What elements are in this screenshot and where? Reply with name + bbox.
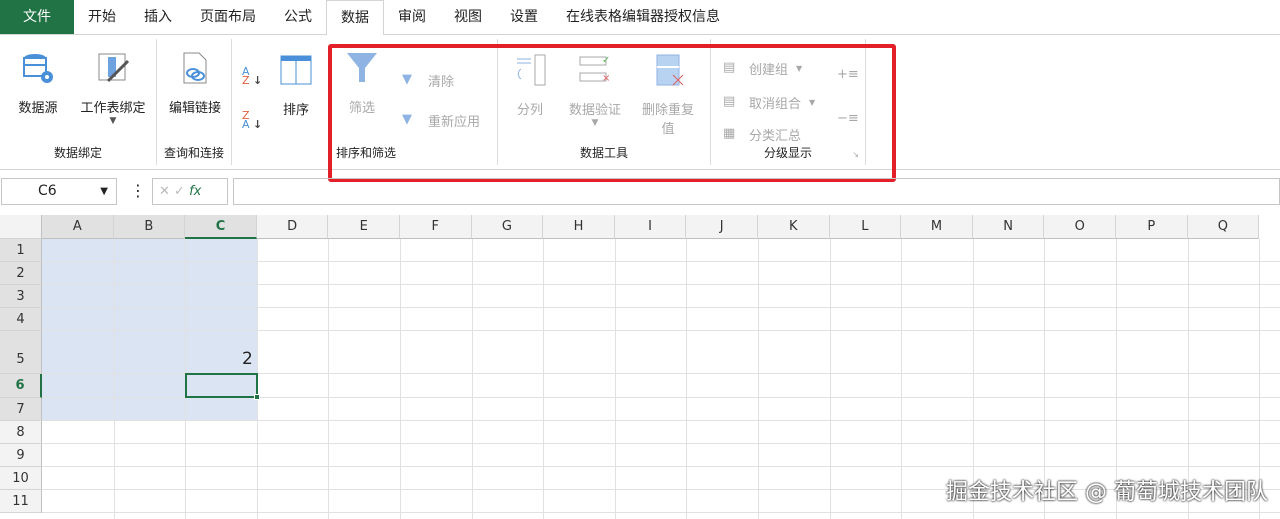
column-header-H[interactable]: H <box>543 215 615 239</box>
column-header-F[interactable]: F <box>400 215 472 239</box>
row-header-9[interactable]: 9 <box>0 444 42 467</box>
ribbon-tabs: 文件 开始 插入 页面布局 公式 数据 审阅 视图 设置 在线表格编辑器授权信息 <box>0 0 1280 36</box>
formula-bar: C6 ▼ ⋮ ✕ ✓ fx <box>0 178 1280 206</box>
tab-0[interactable]: 文件 <box>0 0 74 34</box>
tab-6[interactable]: 审阅 <box>384 0 440 34</box>
sheet-binding-button[interactable]: 工作表绑定 ▼ <box>76 51 150 126</box>
tab-3[interactable]: 页面布局 <box>186 0 270 34</box>
row-header-11[interactable]: 11 <box>0 490 42 513</box>
confirm-icon[interactable]: ✓ <box>174 184 185 199</box>
sheet-brush-icon <box>98 53 130 83</box>
watermark: 掘金技术社区 @ 葡萄城技术团队 <box>946 480 1268 505</box>
row-header-10[interactable]: 10 <box>0 467 42 490</box>
column-header-G[interactable]: G <box>471 215 544 239</box>
tab-4[interactable]: 公式 <box>270 0 326 34</box>
row-header-7[interactable]: 7 <box>0 398 42 421</box>
row-header-1[interactable]: 1 <box>0 239 42 262</box>
group-data-binding: 数据源 工作表绑定 ▼ 数据绑定 <box>0 39 157 165</box>
highlight-box <box>328 44 896 182</box>
tab-5[interactable]: 数据 <box>326 0 384 36</box>
row-header-4[interactable]: 4 <box>0 308 42 331</box>
cell-C5[interactable]: 2 <box>185 331 253 374</box>
formula-buttons: ✕ ✓ fx <box>152 178 228 205</box>
column-header-E[interactable]: E <box>328 215 400 239</box>
column-header-A[interactable]: A <box>42 215 114 239</box>
row-header-6[interactable]: 6 <box>0 374 42 398</box>
tab-9[interactable]: 在线表格编辑器授权信息 <box>552 0 734 34</box>
chevron-down-icon: ▼ <box>100 186 108 197</box>
sort-asc-button[interactable]: AZ ↓ <box>242 66 262 86</box>
sort-desc-button[interactable]: ZA ↓ <box>242 110 262 130</box>
tab-8[interactable]: 设置 <box>496 0 552 34</box>
column-header-O[interactable]: O <box>1044 215 1116 239</box>
tab-1[interactable]: 开始 <box>74 0 130 34</box>
column-header-D[interactable]: D <box>256 215 329 239</box>
cancel-icon[interactable]: ✕ <box>159 184 170 199</box>
column-header-N[interactable]: N <box>972 215 1045 239</box>
tab-2[interactable]: 插入 <box>130 0 186 34</box>
column-header-Q[interactable]: Q <box>1187 215 1260 239</box>
column-header-J[interactable]: J <box>686 215 758 239</box>
column-header-K[interactable]: K <box>758 215 830 239</box>
column-header-M[interactable]: M <box>901 215 973 239</box>
name-box[interactable]: C6 ▼ <box>1 178 117 205</box>
column-header-I[interactable]: I <box>614 215 687 239</box>
sort-icon <box>280 55 312 85</box>
row-header-8[interactable]: 8 <box>0 421 42 444</box>
row-header-2[interactable]: 2 <box>0 262 42 285</box>
fill-handle[interactable] <box>253 394 260 400</box>
datasource-button[interactable]: 数据源 <box>10 51 66 116</box>
column-header-P[interactable]: P <box>1116 215 1188 239</box>
edit-link-button[interactable]: 编辑链接 <box>162 51 228 116</box>
formula-input[interactable] <box>233 178 1280 205</box>
row-header-5[interactable]: 5 <box>0 331 42 374</box>
group-query: 编辑链接 查询和连接 <box>157 39 232 165</box>
database-icon <box>23 54 53 83</box>
link-document-icon <box>183 52 207 84</box>
select-all[interactable] <box>0 215 42 239</box>
sort-button[interactable]: 排序 <box>276 53 316 118</box>
active-cell-C6[interactable] <box>185 373 260 400</box>
fx-button[interactable]: fx <box>189 184 201 199</box>
column-header-B[interactable]: B <box>113 215 186 239</box>
row-header-3[interactable]: 3 <box>0 285 42 308</box>
group-sort: AZ ↓ ZA ↓ 排序 <box>232 39 322 165</box>
tab-7[interactable]: 视图 <box>440 0 496 34</box>
column-header-C[interactable]: C <box>185 215 257 239</box>
more-icon[interactable]: ⋮ <box>130 181 146 200</box>
column-header-L[interactable]: L <box>829 215 902 239</box>
